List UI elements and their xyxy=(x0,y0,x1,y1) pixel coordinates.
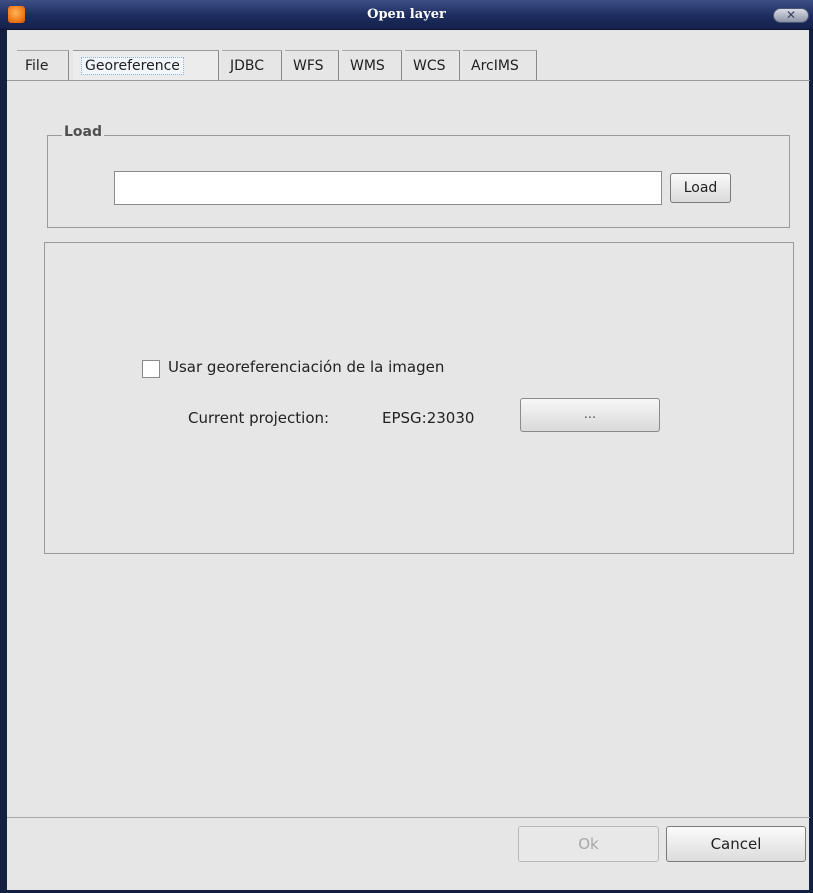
tab-file[interactable]: File xyxy=(17,50,69,80)
title-bar[interactable]: Open layer ✕ xyxy=(0,0,813,30)
use-georeference-checkbox[interactable] xyxy=(142,360,160,378)
ok-button[interactable]: Ok xyxy=(518,826,659,862)
choose-projection-button[interactable]: ... xyxy=(520,398,660,432)
tab-wcs[interactable]: WCS xyxy=(405,50,460,80)
load-path-input[interactable] xyxy=(114,171,662,205)
tab-jdbc[interactable]: JDBC xyxy=(222,50,282,80)
tab-wfs[interactable]: WFS xyxy=(285,50,339,80)
window-title: Open layer xyxy=(367,7,446,22)
load-group: Load Load xyxy=(47,124,790,228)
footer-divider xyxy=(7,817,810,818)
load-button[interactable]: Load xyxy=(670,173,731,203)
close-icon[interactable]: ✕ xyxy=(773,8,809,23)
tab-arcims[interactable]: ArcIMS xyxy=(463,50,537,80)
georeference-group: Usar georeferenciación de la imagen Curr… xyxy=(44,242,794,554)
tab-georeference[interactable]: Georeference xyxy=(73,50,219,80)
tab-bar: File Georeference JDBC WFS WMS WCS ArcIM… xyxy=(17,50,807,80)
current-projection-value: EPSG:23030 xyxy=(382,409,475,427)
cancel-button[interactable]: Cancel xyxy=(666,826,806,862)
open-layer-dialog: Open layer ✕ File Georeference JDBC WFS … xyxy=(0,0,813,893)
tab-wms[interactable]: WMS xyxy=(342,50,402,80)
tab-divider xyxy=(7,80,810,81)
load-legend: Load xyxy=(62,124,105,140)
current-projection-label: Current projection: xyxy=(188,409,330,427)
use-georeference-label: Usar georeferenciación de la imagen xyxy=(168,358,445,376)
